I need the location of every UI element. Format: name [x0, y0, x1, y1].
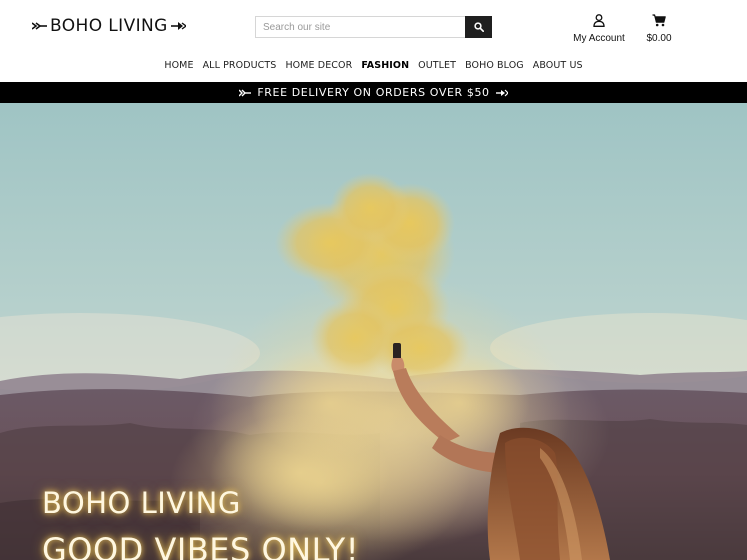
main-navigation: HOME ALL PRODUCTS HOME DECOR FASHION OUT… [0, 58, 747, 74]
site-header: BOHO LIVING My Account [0, 0, 747, 82]
nav-item-home[interactable]: HOME [164, 58, 193, 74]
search-input[interactable] [255, 16, 465, 38]
my-account-link[interactable]: My Account [566, 13, 632, 44]
cart-link[interactable]: $0.00 [641, 13, 677, 44]
promo-text: FREE DELIVERY ON ORDERS OVER $50 [257, 86, 490, 99]
user-icon [593, 14, 605, 27]
tribal-arrow-right-icon [170, 22, 186, 30]
tribal-arrow-left-icon [239, 89, 252, 96]
nav-item-outlet[interactable]: OUTLET [418, 58, 456, 74]
nav-item-about-us[interactable]: ABOUT US [533, 58, 583, 74]
hero-title: BOHO LIVING [42, 486, 241, 520]
nav-item-home-decor[interactable]: HOME DECOR [285, 58, 352, 74]
my-account-label: My Account [573, 33, 625, 44]
brand-name: BOHO LIVING [50, 16, 168, 36]
search-icon [473, 22, 484, 32]
nav-item-fashion[interactable]: FASHION [361, 58, 409, 74]
hero-banner: BOHO LIVING GOOD VIBES ONLY! [0, 103, 747, 560]
brand-logo[interactable]: BOHO LIVING [32, 14, 186, 38]
cart-total: $0.00 [646, 33, 672, 44]
hero-subtitle: GOOD VIBES ONLY! [42, 531, 360, 560]
nav-item-boho-blog[interactable]: BOHO BLOG [465, 58, 524, 74]
nav-item-all-products[interactable]: ALL PRODUCTS [203, 58, 277, 74]
cart-icon [652, 14, 666, 27]
search-bar [255, 16, 492, 38]
tribal-arrow-left-icon [32, 22, 47, 30]
search-button[interactable] [465, 16, 492, 38]
tribal-arrow-right-icon [495, 89, 508, 96]
promo-banner: FREE DELIVERY ON ORDERS OVER $50 [0, 82, 747, 103]
hero-heading: BOHO LIVING GOOD VIBES ONLY! [42, 480, 359, 560]
